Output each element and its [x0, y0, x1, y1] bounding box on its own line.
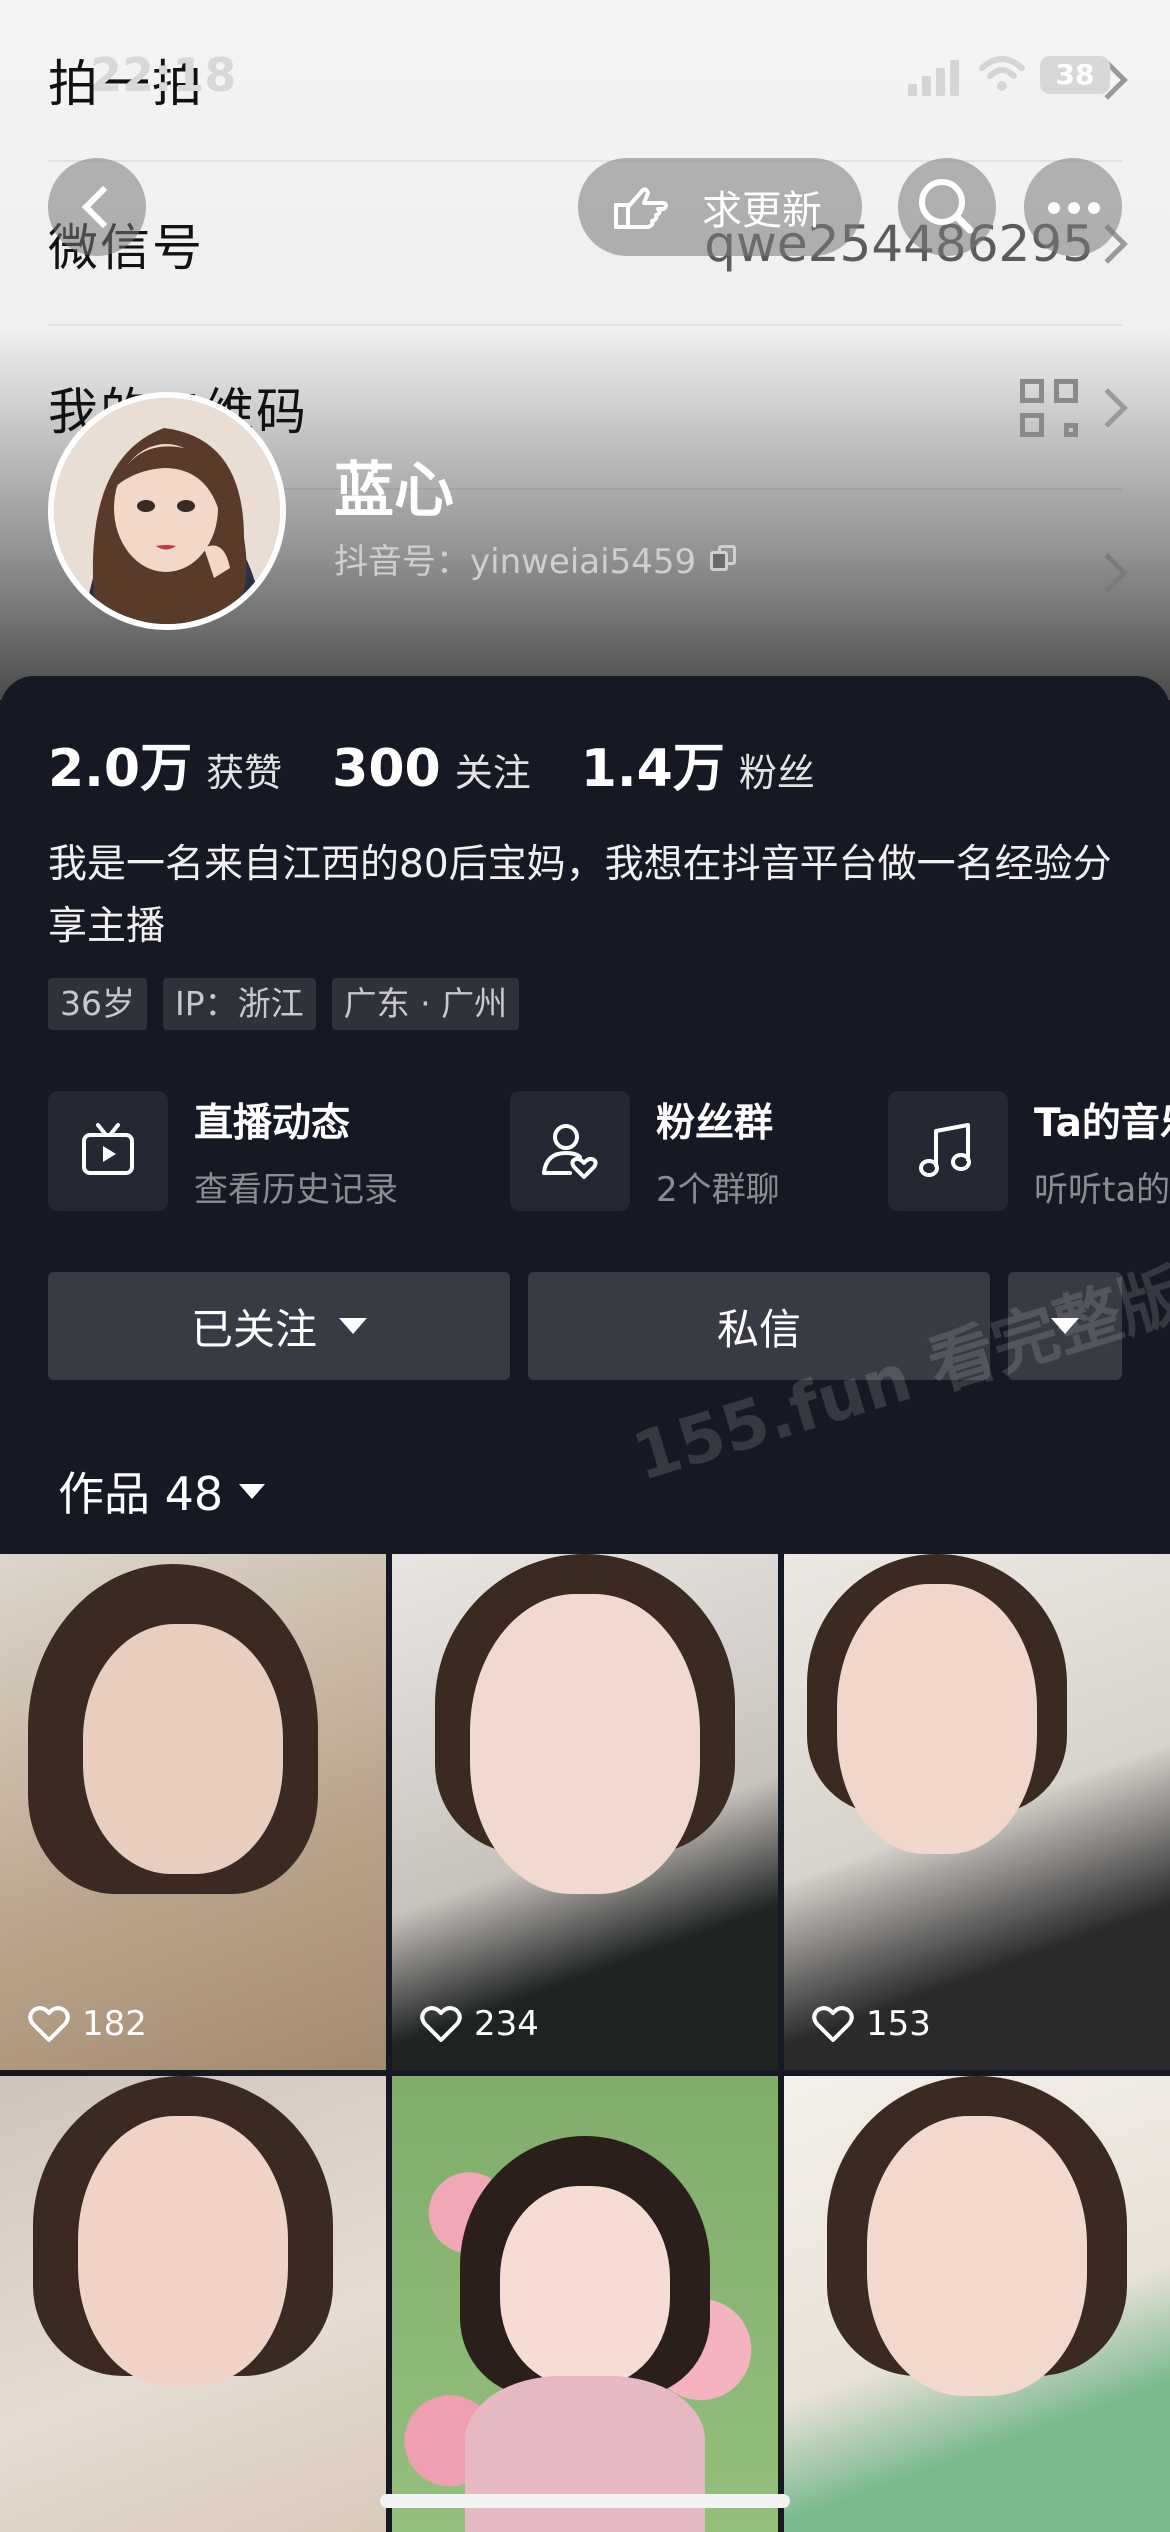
request-update-button[interactable]: 求更新: [578, 158, 862, 256]
caret-down-icon: [339, 1318, 367, 1334]
profile-header: 拍一拍 微信号 qwe254486295 我的二维码 22:18 38: [0, 0, 1170, 700]
tab-works[interactable]: 作品 48: [58, 1458, 266, 1524]
music-note-icon: [888, 1091, 1008, 1211]
followed-label: 已关注: [190, 1304, 317, 1354]
like-count-value: 182: [82, 2004, 147, 2044]
more-dots-icon: [1048, 202, 1100, 214]
stat-likes: 2.0万 获赞: [48, 726, 282, 801]
heart-icon: [420, 2006, 462, 2042]
works-tab-label: 作品 48: [58, 1467, 224, 1521]
heart-icon: [812, 2006, 854, 2042]
stat-value: 2.0万: [48, 739, 193, 799]
battery-level: 38: [1040, 56, 1110, 94]
wifi-icon: [979, 56, 1025, 91]
chevron-right-icon: [1088, 553, 1128, 593]
profile-bio: 我是一名来自江西的80后宝妈，我想在抖音平台做一名经验分享主播: [48, 842, 1112, 949]
douyin-id: 抖音号：yinweiai5459: [334, 542, 697, 582]
chevron-left-icon: [81, 185, 125, 229]
video-grid: 182 234 153: [0, 1554, 1170, 2532]
avatar[interactable]: [48, 392, 286, 630]
stat-value: 1.4万: [580, 739, 725, 799]
feature-subtitle: 2个群聊: [656, 1169, 780, 1210]
feature-title: 粉丝群: [656, 1100, 774, 1146]
video-thumbnail[interactable]: 182: [0, 1554, 386, 2070]
feature-title: Ta的音乐: [1034, 1100, 1170, 1146]
feature-fan-group[interactable]: 粉丝群 2个群聊: [510, 1090, 780, 1212]
tag-region: 广东 · 广州: [331, 978, 520, 1030]
video-thumbnail[interactable]: [784, 2076, 1170, 2532]
more-options-button[interactable]: [1024, 158, 1122, 256]
home-indicator[interactable]: [380, 2494, 790, 2508]
cellular-signal-icon: [908, 60, 960, 96]
profile-stats: 2.0万 获赞 300 关注 1.4万 粉丝: [48, 726, 865, 801]
stat-label: 粉丝: [738, 751, 815, 795]
stat-label: 获赞: [206, 751, 283, 795]
video-thumbnail[interactable]: 234: [392, 1554, 778, 2070]
tv-icon: [48, 1091, 168, 1211]
feature-music[interactable]: Ta的音乐 听听ta的: [888, 1090, 1170, 1212]
feature-live-history[interactable]: 直播动态 查看历史记录: [48, 1090, 398, 1212]
feature-title: 直播动态: [194, 1100, 351, 1146]
followed-button[interactable]: 已关注: [48, 1272, 510, 1380]
request-update-label: 求更新: [702, 188, 822, 234]
search-button[interactable]: [898, 158, 996, 256]
stat-following[interactable]: 300 关注: [332, 739, 531, 799]
like-count-value: 234: [474, 2004, 539, 2044]
fan-group-icon: [510, 1091, 630, 1211]
like-count: 234: [420, 2004, 539, 2044]
search-icon: [919, 179, 974, 234]
nickname: 蓝心: [334, 456, 454, 526]
stat-label: 关注: [454, 751, 531, 795]
tag-age: 36岁: [48, 978, 147, 1030]
like-count: 182: [28, 2004, 147, 2044]
like-count-value: 153: [866, 2004, 931, 2044]
profile-card: 2.0万 获赞 300 关注 1.4万 粉丝 我是一名来自江西的80后宝妈，我想…: [0, 676, 1170, 1556]
pointing-hand-icon: [614, 187, 668, 229]
chevron-right-icon: [1088, 388, 1128, 428]
video-thumbnail[interactable]: [392, 2076, 778, 2532]
feature-subtitle: 查看历史记录: [194, 1169, 398, 1210]
status-time: 22:18: [90, 48, 237, 102]
video-thumbnail[interactable]: [0, 2076, 386, 2532]
heart-icon: [28, 2006, 70, 2042]
copy-icon[interactable]: [710, 544, 738, 573]
feature-subtitle: 听听ta的: [1034, 1169, 1170, 1210]
qr-code-icon: [1020, 379, 1078, 437]
avatar-illustration: [54, 398, 280, 624]
profile-tags: 36岁 IP：浙江 广东 · 广州: [48, 978, 535, 1030]
caret-down-icon: [239, 1483, 266, 1499]
video-thumbnail[interactable]: 153: [784, 1554, 1170, 2070]
status-bar: 22:18 38: [0, 48, 1170, 108]
like-count: 153: [812, 2004, 931, 2044]
message-label: 私信: [716, 1304, 801, 1354]
back-button[interactable]: [48, 158, 146, 256]
douyin-id-row[interactable]: 抖音号：yinweiai5459: [334, 534, 738, 583]
stat-followers[interactable]: 1.4万 粉丝: [581, 726, 815, 801]
tag-ip-location: IP：浙江: [163, 978, 316, 1030]
stat-value: 300: [332, 739, 441, 799]
feature-row: 直播动态 查看历史记录 粉丝群 2个群聊 Ta的音 听听ta的: [48, 1090, 1170, 1212]
